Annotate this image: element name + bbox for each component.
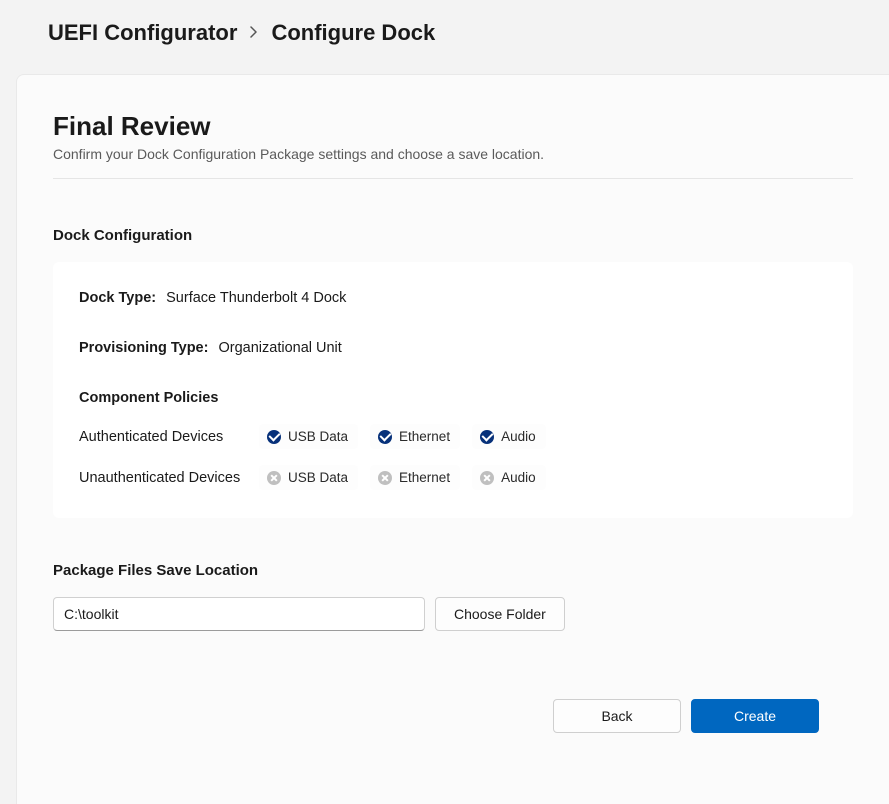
main-panel: Final Review Confirm your Dock Configura… bbox=[16, 74, 889, 804]
policy-row-unauthenticated: Unauthenticated Devices USB Data Etherne… bbox=[79, 465, 827, 490]
provisioning-type-value: Organizational Unit bbox=[218, 340, 341, 356]
breadcrumb-current: Configure Dock bbox=[271, 20, 435, 46]
x-circle-icon bbox=[378, 471, 392, 485]
chevron-right-icon bbox=[249, 23, 259, 44]
policy-label-unauthenticated: Unauthenticated Devices bbox=[79, 470, 259, 486]
badge-label: Audio bbox=[501, 429, 536, 444]
dock-config-heading: Dock Configuration bbox=[53, 227, 853, 244]
status-badge: Audio bbox=[472, 424, 546, 449]
dock-type-value: Surface Thunderbolt 4 Dock bbox=[166, 290, 346, 306]
footer-actions: Back Create bbox=[53, 699, 853, 733]
divider bbox=[53, 178, 853, 179]
component-policies-heading: Component Policies bbox=[79, 390, 827, 406]
badge-label: Audio bbox=[501, 470, 536, 485]
status-badge: Ethernet bbox=[370, 424, 460, 449]
back-button[interactable]: Back bbox=[553, 699, 681, 733]
save-location-row: Choose Folder bbox=[53, 597, 853, 631]
badge-label: Ethernet bbox=[399, 470, 450, 485]
provisioning-type-label: Provisioning Type: bbox=[79, 340, 208, 356]
breadcrumb-root[interactable]: UEFI Configurator bbox=[48, 20, 237, 46]
x-circle-icon bbox=[267, 471, 281, 485]
save-path-input[interactable] bbox=[53, 597, 425, 631]
dock-type-row: Dock Type: Surface Thunderbolt 4 Dock bbox=[79, 290, 827, 306]
dock-config-card: Dock Type: Surface Thunderbolt 4 Dock Pr… bbox=[53, 262, 853, 518]
status-badge: USB Data bbox=[259, 424, 358, 449]
save-location-section: Package Files Save Location Choose Folde… bbox=[53, 562, 853, 631]
save-location-heading: Package Files Save Location bbox=[53, 562, 853, 579]
provisioning-type-row: Provisioning Type: Organizational Unit bbox=[79, 340, 827, 356]
choose-folder-button[interactable]: Choose Folder bbox=[435, 597, 565, 631]
checkmark-circle-icon bbox=[267, 430, 281, 444]
dock-type-label: Dock Type: bbox=[79, 290, 156, 306]
policy-badges-authenticated: USB Data Ethernet Audio bbox=[259, 424, 546, 449]
policy-badges-unauthenticated: USB Data Ethernet Audio bbox=[259, 465, 546, 490]
x-circle-icon bbox=[480, 471, 494, 485]
badge-label: USB Data bbox=[288, 429, 348, 444]
page-title: Final Review bbox=[53, 111, 853, 142]
status-badge: USB Data bbox=[259, 465, 358, 490]
checkmark-circle-icon bbox=[378, 430, 392, 444]
checkmark-circle-icon bbox=[480, 430, 494, 444]
breadcrumb: UEFI Configurator Configure Dock bbox=[0, 0, 889, 74]
badge-label: Ethernet bbox=[399, 429, 450, 444]
status-badge: Ethernet bbox=[370, 465, 460, 490]
dock-configuration-section: Dock Configuration Dock Type: Surface Th… bbox=[53, 227, 853, 518]
badge-label: USB Data bbox=[288, 470, 348, 485]
status-badge: Audio bbox=[472, 465, 546, 490]
page-subtitle: Confirm your Dock Configuration Package … bbox=[53, 146, 853, 162]
policy-row-authenticated: Authenticated Devices USB Data Ethernet … bbox=[79, 424, 827, 449]
policy-label-authenticated: Authenticated Devices bbox=[79, 429, 259, 445]
create-button[interactable]: Create bbox=[691, 699, 819, 733]
